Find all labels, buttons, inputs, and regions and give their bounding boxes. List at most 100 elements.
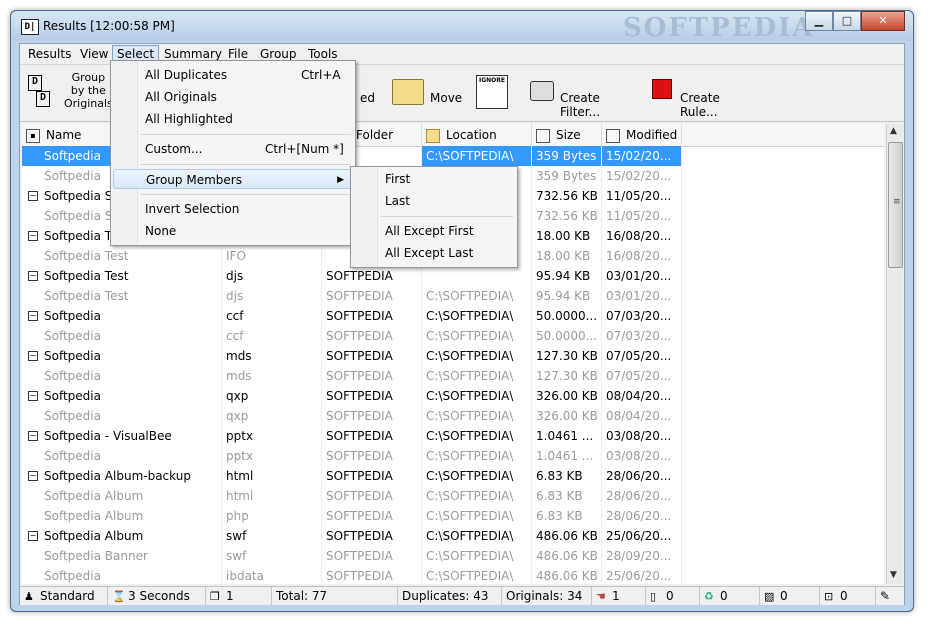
col-location-label: Location <box>446 128 497 142</box>
duplicate-row[interactable]: Softpedia pptx SOFTPEDIA C:\SOFTPEDIA\ 1.046… <box>22 446 884 466</box>
status-mode[interactable]: ♟ Standard <box>20 587 108 605</box>
col-name-label: Name <box>46 128 82 142</box>
cell-location: C:\SOFTPEDIA\ <box>422 426 532 446</box>
menu-results[interactable]: Results <box>24 46 75 62</box>
cell-name: Softpedia <box>22 346 222 366</box>
group-row[interactable]: − Softpedia qxp SOFTPEDIA C:\SOFTPEDIA\ 326.0… <box>22 386 884 406</box>
duplicate-row[interactable]: Softpedia Album html SOFTPEDIA C:\SOFTPEDIA… <box>22 486 884 506</box>
col-size[interactable]: Size <box>532 124 602 146</box>
group-members-first[interactable]: First <box>353 169 515 189</box>
col-modified-label: Modified <box>626 128 678 142</box>
cell-name: Softpedia <box>22 406 222 426</box>
ignore-button[interactable]: IGNORE <box>472 69 512 117</box>
select-all-duplicates[interactable]: All Duplicates Ctrl+A <box>113 65 353 85</box>
select-all-originals[interactable]: All Originals <box>113 87 353 107</box>
person-icon: ♟ <box>24 590 34 603</box>
cell-size: 359 Bytes <box>532 166 602 186</box>
cell-location: C:\SOFTPEDIA\ <box>422 526 532 546</box>
cell-name: Softpedia Test <box>22 246 222 266</box>
create-filter-label: Create Filter... <box>560 91 601 119</box>
create-filter-button[interactable]: Create Filter... <box>524 69 636 119</box>
cell-size: 127.30 KB <box>532 366 602 386</box>
status-pages-text: 1 <box>226 589 234 603</box>
col-location[interactable]: Location <box>422 124 532 146</box>
cell-modified: 08/04/20... <box>602 386 682 406</box>
cell-ext: mds <box>222 366 322 386</box>
cell-location: C:\SOFTPEDIA\ <box>422 306 532 326</box>
cell-name: Softpedia <box>22 306 222 326</box>
group-row[interactable]: − Softpedia Album swf SOFTPEDIA C:\SOFTPEDIA… <box>22 526 884 546</box>
cell-size: 732.56 KB <box>532 186 602 206</box>
cell-location: C:\SOFTPEDIA\ <box>422 506 532 526</box>
status-c4-text: 0 <box>780 589 788 603</box>
cell-size: 486.06 KB <box>532 566 602 584</box>
duplicate-row[interactable]: Softpedia Test djs SOFTPEDIA C:\SOFTPEDIA\ 9… <box>22 286 884 306</box>
cell-size: 359 Bytes <box>532 146 602 166</box>
cell-ext: pptx <box>222 446 322 466</box>
group-members-last[interactable]: Last <box>353 191 515 211</box>
duplicate-row[interactable]: Softpedia Banner swf SOFTPEDIA C:\SOFTPEDIA… <box>22 546 884 566</box>
cell-ext: qxp <box>222 386 322 406</box>
duplicate-row[interactable]: Softpedia ccf SOFTPEDIA C:\SOFTPEDIA\ 50.000… <box>22 326 884 346</box>
group-by-originals-button[interactable]: D D Group by the Originals <box>24 69 113 117</box>
cell-name: Softpedia Test <box>22 266 222 286</box>
close-button[interactable]: ✕ <box>861 11 905 31</box>
group-row[interactable]: − Softpedia ccf SOFTPEDIA C:\SOFTPEDIA\ 50.00… <box>22 306 884 326</box>
duplicate-row[interactable]: Softpedia Album php SOFTPEDIA C:\SOFTPEDIA\… <box>22 506 884 526</box>
cell-ext: djs <box>222 266 322 286</box>
group-label-1: Group <box>71 71 106 84</box>
cell-modified: 16/08/20... <box>602 246 682 266</box>
toolbar-partial-label[interactable]: ed <box>360 91 375 105</box>
duplicate-row[interactable]: Softpedia mds SOFTPEDIA C:\SOFTPEDIA\ 127.30… <box>22 366 884 386</box>
cell-size: 326.00 KB <box>532 406 602 426</box>
minimize-button[interactable]: ▁ <box>805 11 833 31</box>
status-c5-text: 0 <box>840 589 848 603</box>
move-button[interactable]: Move <box>382 69 462 117</box>
group-icon-sub: D <box>36 91 50 107</box>
title-bar[interactable]: D| Results [12:00:58 PM] SOFTPEDIA ▁ □ ✕ <box>11 11 913 43</box>
cell-ext: ibdata <box>222 566 322 584</box>
menu-view[interactable]: View <box>76 46 112 62</box>
status-c5: ⊡ 0 <box>820 587 876 605</box>
hourglass-icon: ⌛ <box>112 590 126 603</box>
cell-folder: SOFTPEDIA <box>322 526 422 546</box>
select-custom[interactable]: Custom... Ctrl+[Num *] <box>113 139 353 159</box>
status-pages: ❐ 1 <box>206 587 272 605</box>
scroll-up-icon[interactable]: ▲ <box>890 126 897 136</box>
cell-ext: ccf <box>222 306 322 326</box>
pencil-icon[interactable]: ✎ <box>876 587 904 605</box>
scroll-down-icon[interactable]: ▼ <box>890 570 897 580</box>
select-none[interactable]: None <box>113 221 353 241</box>
cell-modified: 03/01/20... <box>602 286 682 306</box>
cell-size: 95.94 KB <box>532 266 602 286</box>
select-invert-selection[interactable]: Invert Selection <box>113 199 353 219</box>
cell-location: C:\SOFTPEDIA\ <box>422 146 532 166</box>
duplicate-row[interactable]: Softpedia qxp SOFTPEDIA C:\SOFTPEDIA\ 326.00… <box>22 406 884 426</box>
vertical-scrollbar[interactable]: ▲ ≡ ▼ <box>886 124 903 584</box>
group-row[interactable]: − Softpedia mds SOFTPEDIA C:\SOFTPEDIA\ 127.3… <box>22 346 884 366</box>
cell-modified: 03/08/20... <box>602 426 682 446</box>
group-members-submenu: First Last All Except First All Except L… <box>350 166 518 268</box>
maximize-button[interactable]: □ <box>833 11 861 31</box>
cell-location: C:\SOFTPEDIA\ <box>422 446 532 466</box>
cell-name: Softpedia - VisualBee <box>22 426 222 446</box>
scroll-thumb[interactable]: ≡ <box>888 142 903 268</box>
cell-modified: 15/02/20... <box>602 146 682 166</box>
select-group-members[interactable]: Group Members ▶ <box>113 169 353 189</box>
group-members-all-except-last[interactable]: All Except Last <box>353 243 515 263</box>
hand-icon: ☚ <box>596 590 606 603</box>
group-members-all-except-first[interactable]: All Except First <box>353 221 515 241</box>
group-row[interactable]: − Softpedia Album-backup html SOFTPEDIA C:\S… <box>22 466 884 486</box>
group-row[interactable]: − Softpedia Test djs SOFTPEDIA 95.94 KB 03/01… <box>22 266 884 286</box>
pages-icon: ❐ <box>210 590 220 603</box>
create-rule-button[interactable]: Create Rule... <box>642 69 758 119</box>
col-modified[interactable]: Modified <box>602 124 682 146</box>
group-row[interactable]: − Softpedia - VisualBee pptx SOFTPEDIA C:\SO… <box>22 426 884 446</box>
cell-folder: SOFTPEDIA <box>322 546 422 566</box>
cell-folder: SOFTPEDIA <box>322 346 422 366</box>
cell-ext: swf <box>222 546 322 566</box>
duplicate-row[interactable]: Softpedia ibdata SOFTPEDIA C:\SOFTPEDIA\ 486… <box>22 566 884 584</box>
select-all-highlighted[interactable]: All Highlighted <box>113 109 353 129</box>
move-label: Move <box>430 91 463 105</box>
cell-ext: IFO <box>222 246 322 266</box>
